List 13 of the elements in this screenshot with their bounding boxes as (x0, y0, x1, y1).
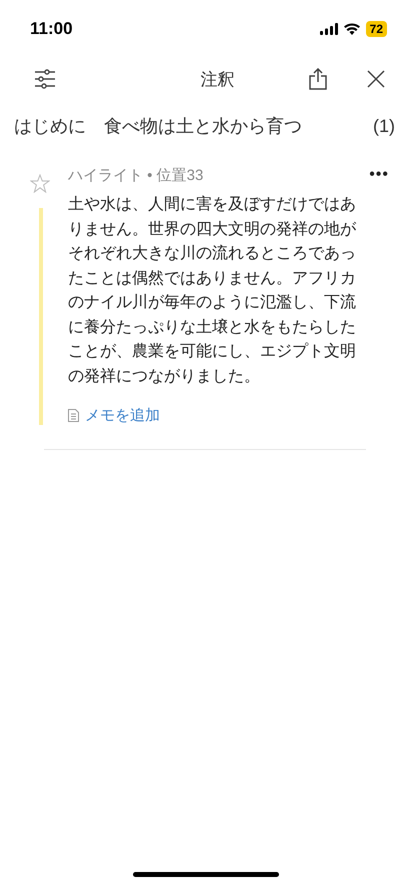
toolbar-title: 注釈 (200, 68, 236, 90)
more-menu[interactable]: ••• (369, 166, 389, 184)
chapter-title: はじめに 食べ物は土と水から育つ (14, 115, 302, 138)
note-icon (68, 409, 79, 422)
wifi-icon (344, 23, 360, 35)
annotation-meta: ハイライト • 位置33 (68, 166, 204, 184)
signal-icon (320, 23, 338, 35)
highlight-text: 土や水は、人間に害を及ぼすだけではありません。世界の四大文明の発祥の地がそれぞれ大きな川の流れるところであったことは偶然ではありません。アフリカのナイル川が毎年のように氾濫し、下流に養分たっぷりな土壌と水をもたらしたことが、農業を可能にし、エジプト文明の発祥につながりました。 (68, 193, 358, 386)
battery-level: 72 (366, 21, 387, 37)
status-time: 11:00 (30, 19, 73, 39)
add-note-link[interactable]: メモを追加 (68, 406, 160, 425)
star-icon[interactable] (30, 174, 50, 193)
annotation-count: (1) (373, 116, 395, 136)
